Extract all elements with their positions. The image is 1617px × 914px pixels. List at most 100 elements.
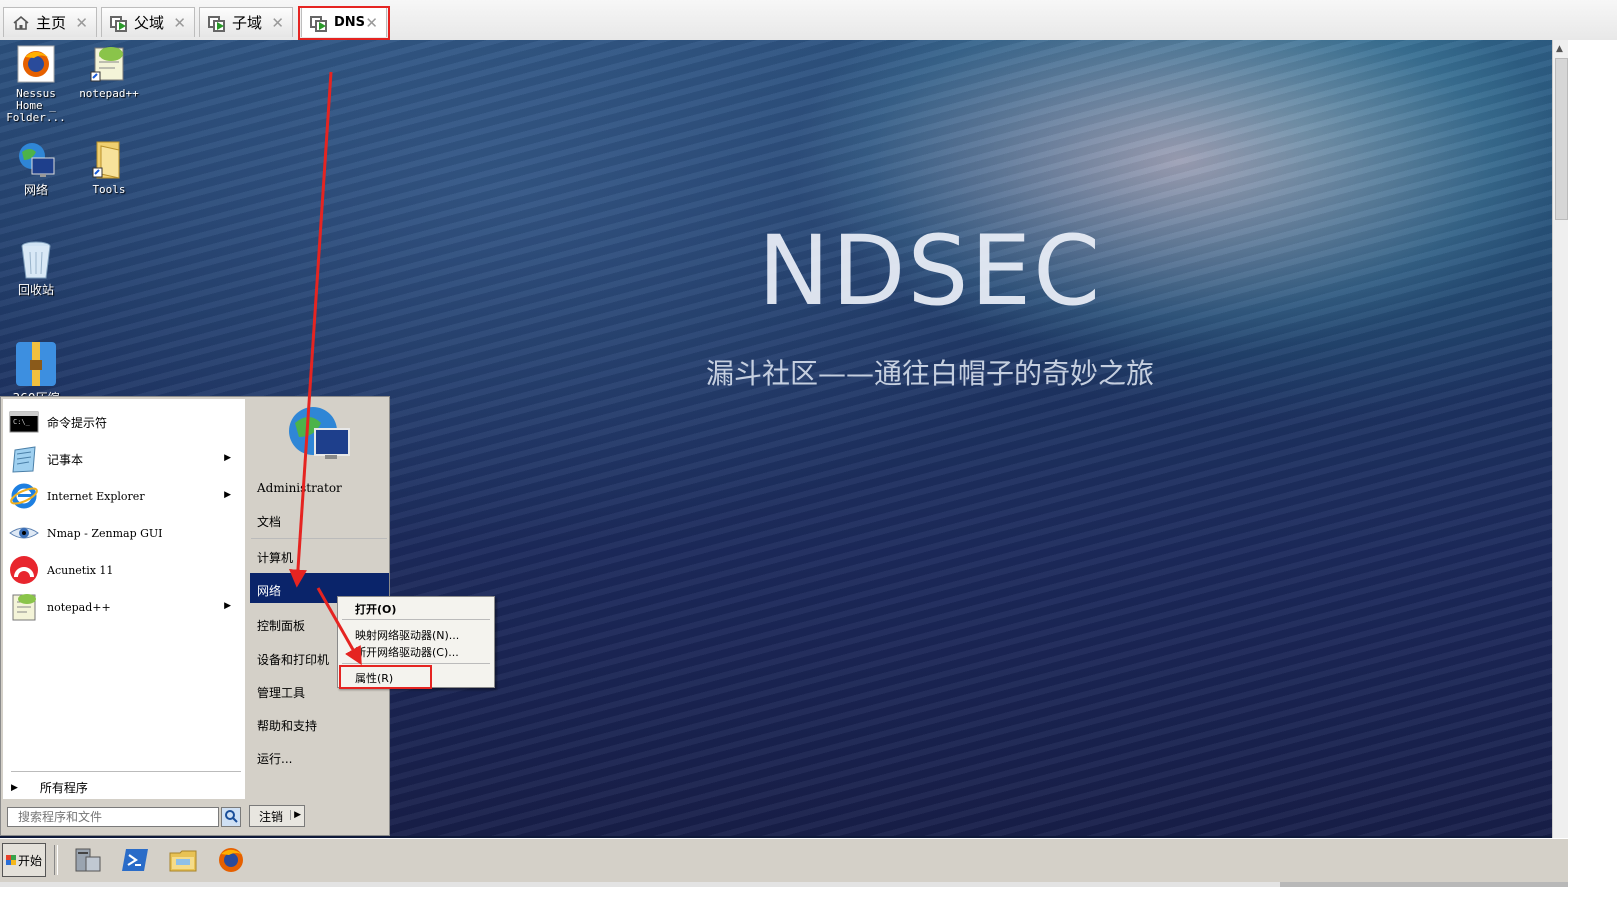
- vertical-scrollbar[interactable]: ▲: [1552, 40, 1569, 838]
- windows-logo-icon: [5, 855, 16, 865]
- notepad-plus-plus-icon: [89, 44, 129, 84]
- all-programs-item[interactable]: ▶ 所有程序: [11, 779, 243, 796]
- horizontal-scrollbar[interactable]: [0, 882, 1568, 887]
- logoff-label: 注销: [259, 809, 284, 824]
- taskbar-server-manager[interactable]: [72, 845, 102, 875]
- close-icon[interactable]: ✕: [271, 14, 284, 32]
- search-icon: [225, 810, 238, 823]
- desktop-icon-label: 网络: [23, 183, 48, 197]
- all-programs-label: 所有程序: [39, 781, 88, 795]
- desktop-icon-label: 回收站: [17, 283, 54, 297]
- start-link-devices-printers[interactable]: 设备和打印机: [257, 651, 329, 668]
- start-item-label: 记事本: [47, 452, 84, 467]
- start-link-computer[interactable]: 计算机: [257, 549, 293, 566]
- search-button[interactable]: [221, 807, 241, 827]
- submenu-arrow-icon: ▶: [224, 601, 231, 611]
- start-link-network[interactable]: 网络: [257, 582, 281, 599]
- start-link-control-panel[interactable]: 控制面板: [257, 617, 305, 634]
- desktop-icon-label: Tools: [92, 183, 126, 196]
- logoff-button[interactable]: 注销 ▶: [249, 805, 305, 827]
- context-item-map-drive[interactable]: 映射网络驱动器(N)...: [355, 627, 459, 643]
- tab-parent-domain[interactable]: 父域 ✕: [101, 7, 195, 37]
- start-item-ie[interactable]: Internet Explorer ▶: [9, 479, 241, 513]
- wallpaper-subtitle: 漏斗社区——通往白帽子的奇妙之旅: [705, 357, 1154, 390]
- start-link-documents[interactable]: 文档: [257, 513, 281, 530]
- start-link-help-support[interactable]: 帮助和支持: [257, 717, 317, 734]
- desktop-icon-recycle-bin[interactable]: 回收站: [0, 240, 72, 296]
- tab-label: 父域: [134, 14, 165, 32]
- chevron-right-icon[interactable]: ▶: [290, 810, 301, 820]
- start-item-nmap[interactable]: Nmap - Zenmap GUI: [9, 516, 241, 550]
- start-link-admin-tools[interactable]: 管理工具: [257, 684, 305, 701]
- acunetix-icon: [9, 555, 39, 585]
- desktop-icon-network[interactable]: 网络: [0, 140, 72, 196]
- desktop-icon-label: notepad++: [79, 87, 139, 100]
- desktop-icon-360zip[interactable]: 360压缩: [0, 340, 72, 404]
- desktop-icon-tools[interactable]: Tools: [73, 140, 145, 196]
- start-button[interactable]: 开始: [2, 843, 46, 877]
- start-menu: C:\_ 命令提示符 记事本 ▶ Internet Explorer ▶ Nma…: [0, 396, 390, 836]
- desktop-icon-nessus[interactable]: Nessus Home _ Folder...: [0, 44, 72, 124]
- start-item-notepad[interactable]: 记事本 ▶: [9, 442, 241, 476]
- network-globe-icon: [16, 140, 56, 180]
- divider: [342, 619, 490, 620]
- powershell-icon: [122, 849, 148, 871]
- start-link-run[interactable]: 运行...: [257, 750, 292, 767]
- context-item-disconnect-drive[interactable]: 断开网络驱动器(C)...: [355, 644, 459, 660]
- start-user-name[interactable]: Administrator: [257, 481, 342, 495]
- close-icon[interactable]: ✕: [173, 14, 186, 32]
- tab-home[interactable]: 主页 ✕: [3, 7, 97, 37]
- tab-child-domain[interactable]: 子域 ✕: [199, 7, 293, 37]
- start-item-cmd[interactable]: C:\_ 命令提示符: [9, 405, 241, 439]
- start-item-label: 命令提示符: [47, 415, 108, 430]
- taskbar: 开始: [0, 838, 1568, 883]
- server-manager-icon: [75, 848, 101, 872]
- submenu-arrow-icon: ▶: [11, 782, 18, 793]
- start-item-label: Internet Explorer: [47, 489, 145, 503]
- start-item-notepadpp[interactable]: notepad++ ▶: [9, 590, 241, 624]
- taskbar-explorer[interactable]: [168, 845, 198, 875]
- start-search-input[interactable]: [7, 807, 219, 827]
- ie-icon: [9, 481, 39, 511]
- vm-tab-bar: 主页 ✕ 父域 ✕ 子域 ✕ DNS ✕: [0, 0, 1617, 41]
- annotation-highlight-box: [339, 665, 432, 689]
- notepad-plus-plus-icon: [9, 592, 39, 622]
- user-avatar[interactable]: [285, 401, 353, 469]
- start-label: 开始: [17, 853, 42, 868]
- divider: [54, 845, 58, 875]
- taskbar-powershell[interactable]: [120, 845, 150, 875]
- explorer-folder-icon: [169, 850, 197, 872]
- vm-icon: [208, 14, 226, 32]
- recycle-bin-icon: [16, 240, 56, 280]
- archive-icon: [12, 340, 60, 388]
- vm-icon: [110, 14, 128, 32]
- submenu-arrow-icon: ▶: [224, 453, 231, 463]
- taskbar-firefox[interactable]: [216, 845, 246, 875]
- start-item-label: notepad++: [47, 600, 111, 614]
- start-item-acunetix[interactable]: Acunetix 11: [9, 553, 241, 587]
- network-globe-icon: [289, 407, 350, 459]
- context-item-open[interactable]: 打开(O): [355, 601, 396, 617]
- tab-label: 主页: [36, 14, 67, 32]
- desktop-icon-label: Nessus Home _ Folder...: [6, 87, 66, 124]
- tab-label: 子域: [232, 14, 263, 32]
- divider: [251, 538, 387, 539]
- nmap-eye-icon: [9, 518, 39, 548]
- folder-icon: [89, 140, 129, 180]
- scroll-up-icon[interactable]: ▲: [1556, 44, 1563, 54]
- start-item-label: Acunetix 11: [47, 563, 114, 577]
- window-margin: [1568, 40, 1617, 914]
- notepad-icon: [9, 444, 39, 474]
- start-item-label: Nmap - Zenmap GUI: [47, 526, 163, 540]
- cmd-icon: C:\_: [9, 407, 39, 437]
- scrollbar-thumb[interactable]: [1555, 58, 1568, 220]
- annotation-highlight-box: [298, 6, 390, 40]
- firefox-icon: [219, 848, 243, 872]
- firefox-icon: [16, 44, 56, 84]
- svg-text:C:\_: C:\_: [13, 418, 31, 426]
- desktop-icon-notepadpp[interactable]: notepad++: [73, 44, 145, 100]
- scrollbar-thumb[interactable]: [1280, 882, 1568, 887]
- close-icon[interactable]: ✕: [75, 14, 88, 32]
- wallpaper-title: NDSEC: [757, 215, 1103, 327]
- start-menu-programs-pane: C:\_ 命令提示符 记事本 ▶ Internet Explorer ▶ Nma…: [3, 399, 245, 799]
